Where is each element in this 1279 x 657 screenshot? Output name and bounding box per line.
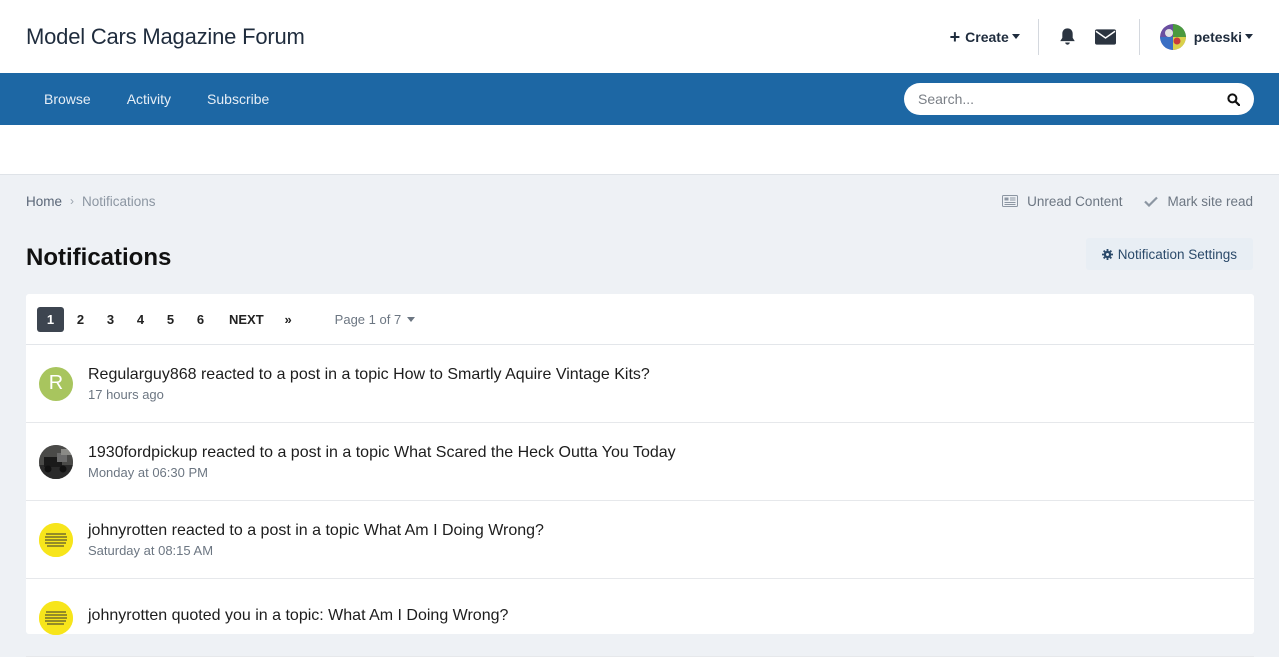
caret-down-icon: [1245, 34, 1253, 39]
breadcrumb-home[interactable]: Home: [26, 194, 62, 209]
mark-site-read-link[interactable]: Mark site read: [1144, 194, 1253, 209]
page-6-button[interactable]: 6: [187, 307, 214, 332]
last-page-button[interactable]: »: [275, 307, 302, 332]
notification-title[interactable]: johnyrotten reacted to a post in a topic…: [88, 522, 544, 540]
page-4-button[interactable]: 4: [127, 307, 154, 332]
list-item[interactable]: 1930fordpickup reacted to a post in a to…: [26, 423, 1254, 501]
notification-text: 1930fordpickup reacted to a post in a to…: [88, 444, 676, 480]
unread-content-label: Unread Content: [1027, 193, 1123, 209]
check-icon: [1144, 196, 1159, 207]
notification-settings-button[interactable]: Notification Settings: [1085, 238, 1253, 270]
search-box: [904, 83, 1254, 115]
notification-settings-label: Notification Settings: [1117, 246, 1237, 262]
page-title: Notifications: [26, 244, 172, 271]
list-item[interactable]: johnyrotten quoted you in a topic: What …: [26, 579, 1254, 657]
username: peteski: [1193, 28, 1242, 45]
page-1-button[interactable]: 1: [37, 306, 64, 332]
notification-text: Regularguy868 reacted to a post in a top…: [88, 366, 650, 402]
header-actions: + Create peteski: [950, 0, 1253, 73]
main-nav: Browse Activity Subscribe: [0, 73, 1279, 125]
unread-content-link[interactable]: Unread Content: [1002, 194, 1122, 209]
messages-button[interactable]: [1087, 17, 1125, 57]
content-header-band: [0, 125, 1279, 175]
notification-text: johnyrotten reacted to a post in a topic…: [88, 522, 544, 558]
notifications-button[interactable]: [1049, 17, 1087, 57]
next-page-button[interactable]: NEXT: [221, 307, 272, 332]
page-header: Notifications Notification Settings: [0, 227, 1279, 289]
page-jump-dropdown[interactable]: Page 1 of 7: [335, 312, 416, 327]
page-of-label: Page 1 of 7: [334, 311, 402, 327]
nav-browse[interactable]: Browse: [26, 91, 109, 107]
envelope-icon: [1095, 28, 1117, 45]
bell-icon: [1060, 27, 1076, 45]
avatar[interactable]: [39, 444, 73, 479]
avatar[interactable]: R: [39, 366, 73, 401]
newspaper-icon: [1002, 195, 1019, 207]
pagination: 1 2 3 4 5 6 NEXT » Page 1 of 7: [26, 294, 1254, 345]
search-icon[interactable]: [1227, 92, 1240, 106]
gear-icon: [1101, 248, 1113, 260]
notifications-panel: 1 2 3 4 5 6 NEXT » Page 1 of 7 R Regular…: [26, 294, 1254, 657]
header-icons: [1039, 17, 1139, 57]
caret-down-icon: [1011, 34, 1020, 39]
user-avatar: [1159, 23, 1186, 50]
user-menu[interactable]: peteski: [1140, 23, 1253, 50]
notification-time: 17 hours ago: [88, 386, 164, 402]
notification-time: Monday at 06:30 PM: [88, 464, 208, 480]
nav-subscribe[interactable]: Subscribe: [189, 91, 287, 107]
site-header: Model Cars Magazine Forum + Create petes…: [0, 0, 1279, 73]
notification-title[interactable]: 1930fordpickup reacted to a post in a to…: [88, 444, 676, 462]
create-button[interactable]: + Create: [950, 28, 1038, 46]
chevron-right-icon: ›: [70, 194, 75, 208]
list-item[interactable]: R Regularguy868 reacted to a post in a t…: [26, 345, 1254, 423]
search-input[interactable]: [918, 91, 1227, 107]
avatar[interactable]: [39, 522, 73, 557]
breadcrumb: Home › Notifications Unread Content Mark…: [0, 175, 1279, 227]
page-3-button[interactable]: 3: [97, 307, 124, 332]
mark-site-read-label: Mark site read: [1167, 193, 1253, 209]
avatar[interactable]: [39, 600, 73, 635]
breadcrumb-actions: Unread Content Mark site read: [980, 194, 1253, 209]
site-title[interactable]: Model Cars Magazine Forum: [26, 24, 305, 50]
create-label: Create: [965, 28, 1009, 45]
nav-activity[interactable]: Activity: [109, 91, 189, 107]
page-5-button[interactable]: 5: [157, 307, 184, 332]
caret-down-icon: [407, 316, 416, 322]
notification-title[interactable]: Regularguy868 reacted to a post in a top…: [88, 366, 650, 384]
notification-title[interactable]: johnyrotten quoted you in a topic: What …: [88, 607, 508, 625]
plus-icon: +: [949, 26, 961, 47]
notification-text: johnyrotten quoted you in a topic: What …: [88, 607, 508, 628]
page-2-button[interactable]: 2: [67, 307, 94, 332]
breadcrumb-current: Notifications: [82, 193, 156, 209]
notification-time: Saturday at 08:15 AM: [88, 542, 214, 558]
list-item[interactable]: johnyrotten reacted to a post in a topic…: [26, 501, 1254, 579]
